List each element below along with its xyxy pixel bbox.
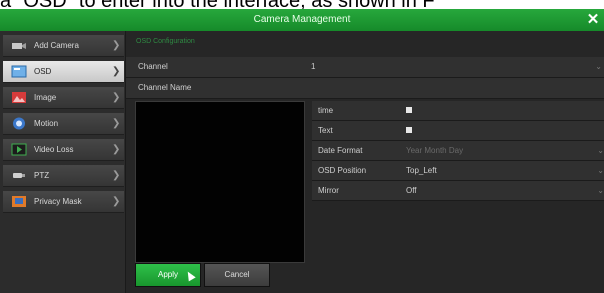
text-checkbox[interactable] [406,127,412,133]
video-preview[interactable] [135,101,305,263]
channel-label: Channel [138,62,168,71]
close-icon[interactable]: ✕ [586,9,600,31]
text-row: Text [312,121,604,141]
sidebar-item-label: Image [34,93,57,102]
chevron-right-icon: ❯ [112,144,121,155]
channel-name-row[interactable]: Channel Name [126,78,604,99]
date-format-label: Date Format [318,146,363,155]
chevron-down-icon[interactable]: ⌄ [597,161,604,180]
sidebar-item-image[interactable]: Image ❯ [3,87,124,109]
cancel-button[interactable]: Cancel [204,263,270,287]
osd-icon [11,65,27,78]
chevron-right-icon: ❯ [112,170,121,181]
apply-button-label: Apply [157,270,178,279]
sidebar-item-osd[interactable]: OSD ❯ [3,61,124,83]
chevron-down-icon[interactable]: ⌄ [597,181,604,200]
mirror-label: Mirror [318,186,339,195]
motion-icon [13,117,25,130]
apply-button[interactable]: Apply [135,263,201,287]
title-bar: Camera Management ✕ [0,9,604,31]
channel-select[interactable]: 1 [311,57,315,77]
date-format-select[interactable]: Year Month Day [406,141,463,160]
chevron-right-icon: ❯ [112,66,121,77]
mirror-select[interactable]: Off [406,181,417,200]
mirror-row: Mirror Off ⌄ [312,181,604,201]
time-row: time [312,101,604,121]
chevron-right-icon: ❯ [112,196,121,207]
main-panel: OSD Configuration Channel 1 ⌄ Channel Na… [126,31,604,293]
channel-row[interactable]: Channel 1 ⌄ [126,57,604,78]
text-label: Text [318,126,333,135]
time-label: time [318,106,334,115]
time-checkbox[interactable] [406,107,412,113]
window-title: Camera Management [253,14,351,25]
chevron-down-icon[interactable]: ⌄ [595,57,602,77]
osd-position-row: OSD Position Top_Left ⌄ [312,161,604,181]
chevron-right-icon: ❯ [112,92,121,103]
sidebar-item-label: Add Camera [34,41,79,50]
sidebar-item-ptz[interactable]: PTZ ❯ [3,165,124,187]
video-loss-icon [11,143,27,156]
sidebar-item-label: Video Loss [34,145,74,154]
channel-name-label: Channel Name [138,83,192,92]
date-format-row: Date Format Year Month Day ⌄ [312,141,604,161]
sidebar-item-label: Privacy Mask [34,197,82,206]
sidebar-item-label: OSD [34,67,52,76]
mouse-cursor-icon [184,269,196,282]
camera-management-window: Camera Management ✕ Add Camera ❯ OSD ❯ I… [0,9,604,293]
chevron-down-icon[interactable]: ⌄ [597,141,604,160]
sidebar-item-label: PTZ [34,171,50,180]
sidebar: Add Camera ❯ OSD ❯ Image ❯ Motion ❯ Vide… [0,31,126,293]
breadcrumb: OSD Configuration [136,38,195,45]
cancel-button-label: Cancel [224,270,250,279]
sidebar-item-add-camera[interactable]: Add Camera ❯ [3,35,124,57]
sidebar-item-privacy-mask[interactable]: Privacy Mask ❯ [3,191,124,213]
sidebar-item-video-loss[interactable]: Video Loss ❯ [3,139,124,161]
chevron-right-icon: ❯ [112,118,121,129]
privacy-mask-icon [12,196,26,207]
image-icon [12,92,26,103]
ptz-icon [13,173,25,178]
osd-position-label: OSD Position [318,166,367,175]
camera-add-icon [12,43,26,49]
sidebar-item-label: Motion [34,119,59,128]
sidebar-item-motion[interactable]: Motion ❯ [3,113,124,135]
osd-position-select[interactable]: Top_Left [406,161,437,180]
chevron-right-icon: ❯ [112,40,121,51]
